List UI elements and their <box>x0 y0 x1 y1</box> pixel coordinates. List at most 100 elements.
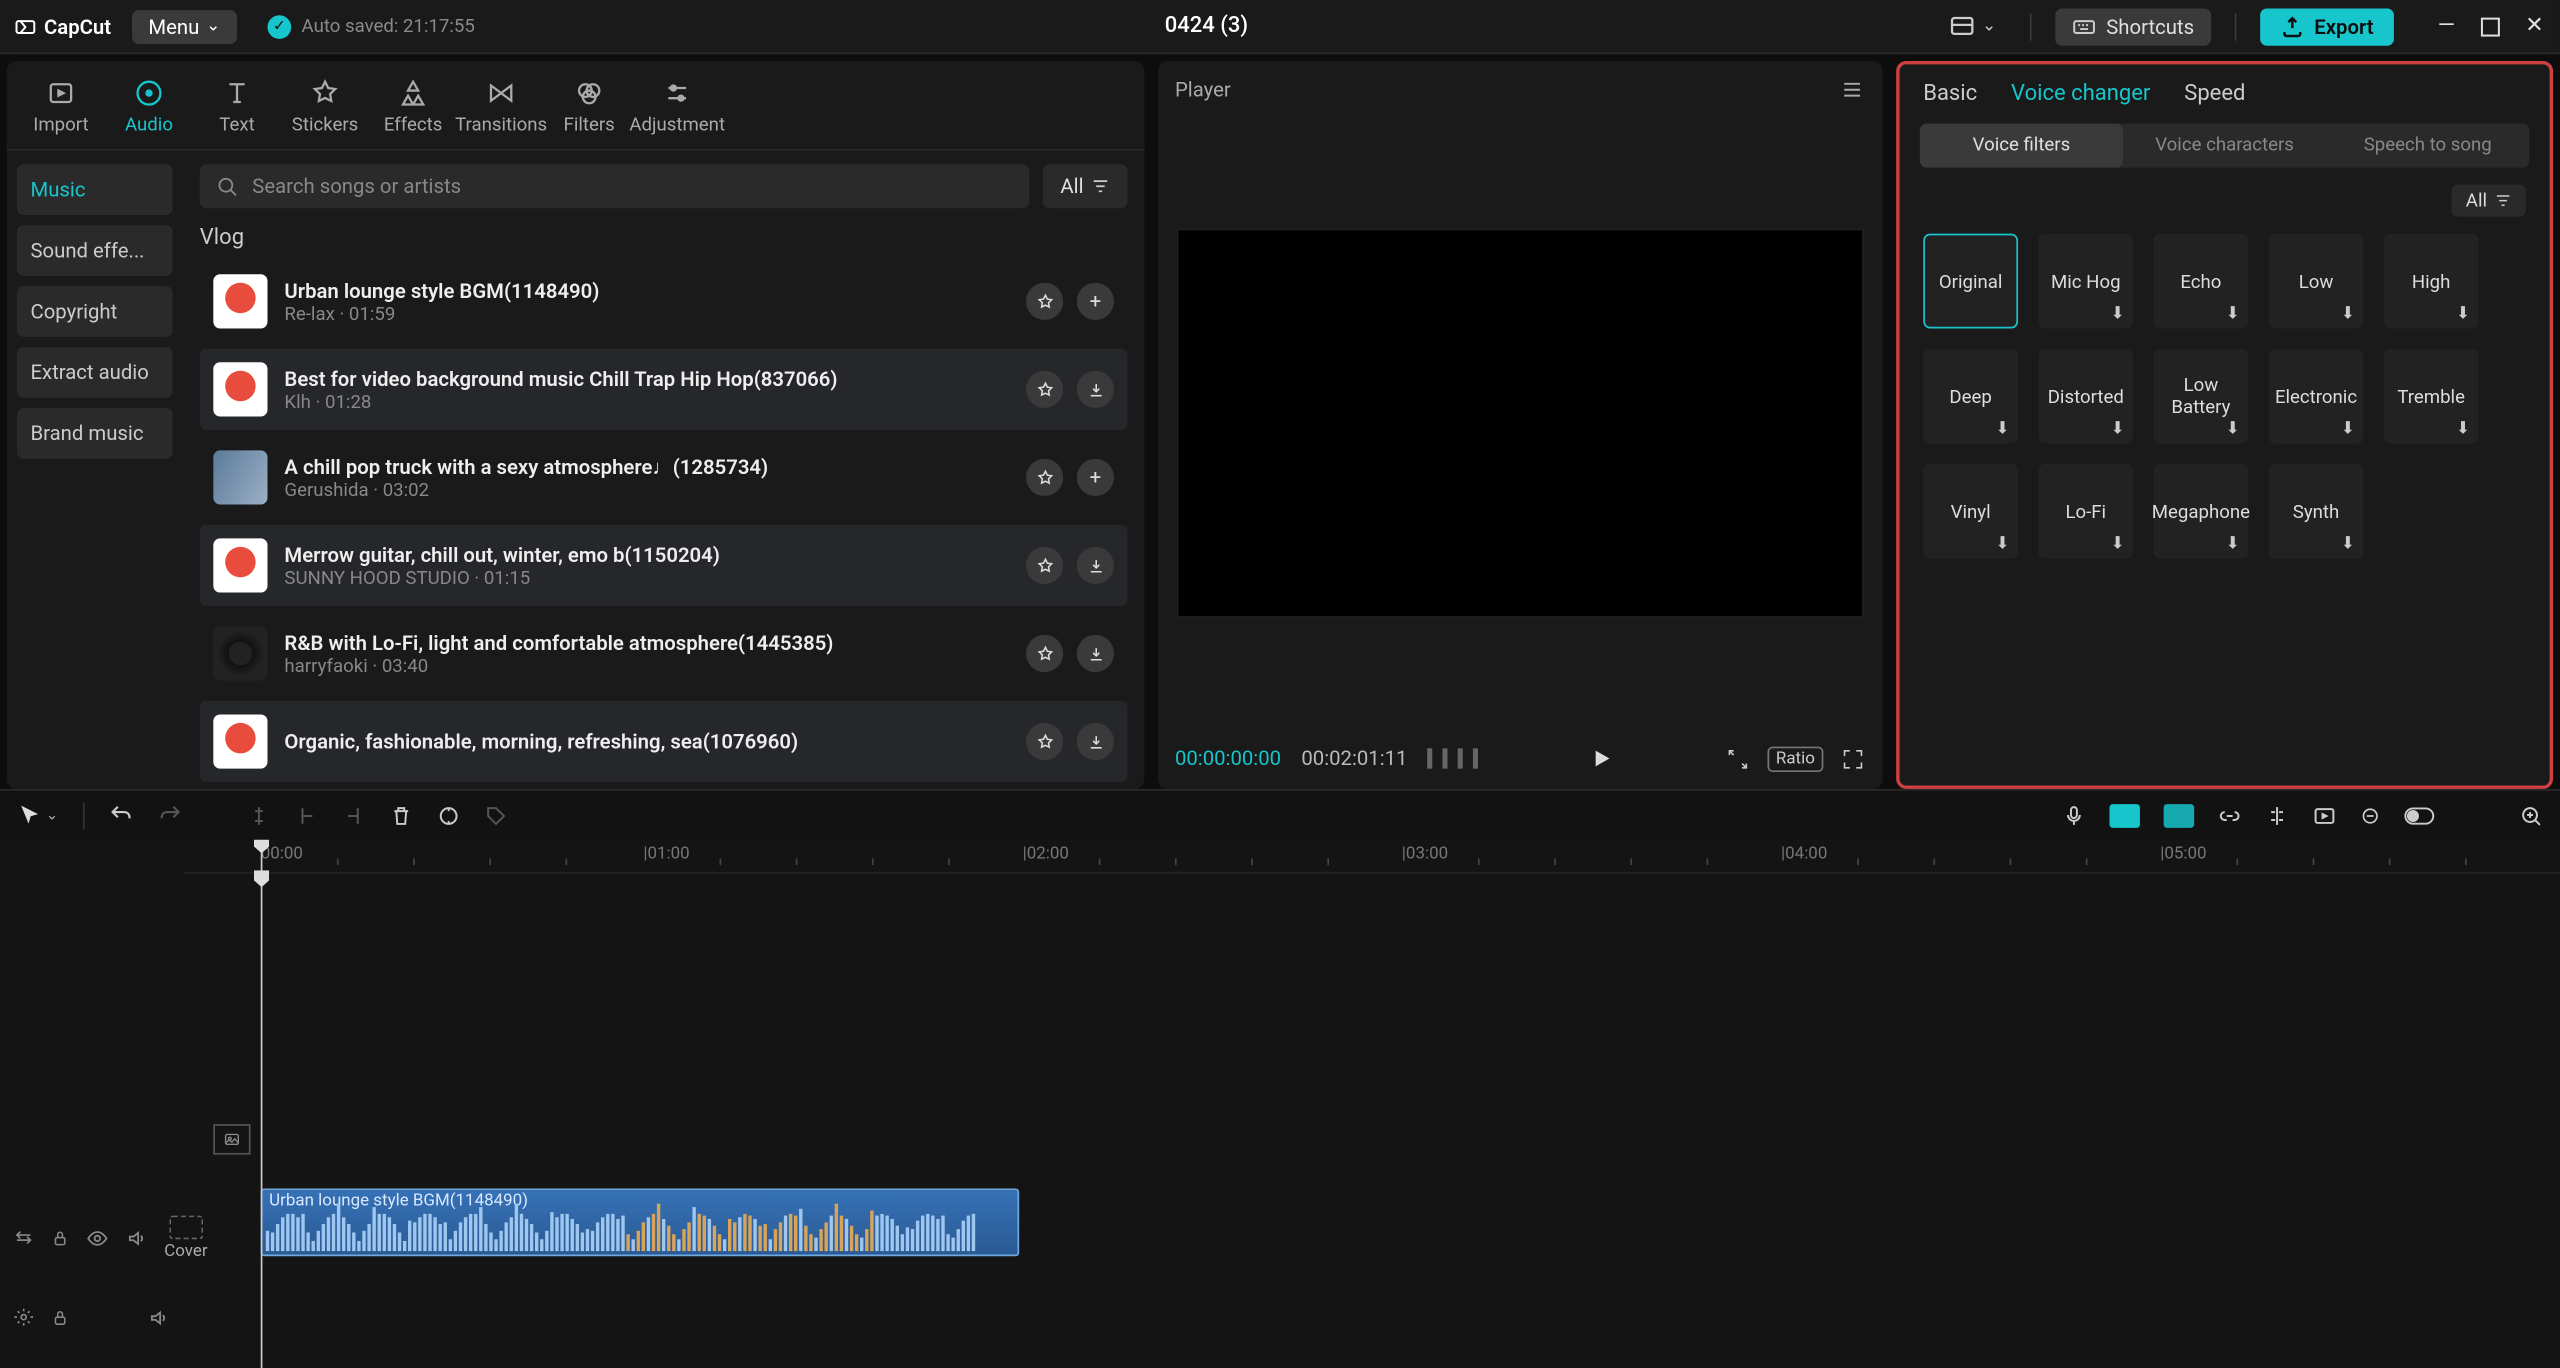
tag-button[interactable] <box>483 803 507 827</box>
mark-button[interactable] <box>436 803 460 827</box>
sub-tab-voice-characters[interactable]: Voice characters <box>2123 124 2326 168</box>
snap-main-icon[interactable] <box>2109 803 2139 827</box>
track-item[interactable]: R&B with Lo-Fi, light and comfortable at… <box>200 613 1128 694</box>
delete-button[interactable] <box>389 803 413 827</box>
search-input[interactable]: Search songs or artists <box>200 164 1030 208</box>
props-tab-voice-changer[interactable]: Voice changer <box>2011 81 2150 106</box>
layout-button[interactable]: ⌄ <box>1938 9 2006 43</box>
track-item[interactable]: Organic, fashionable, morning, refreshin… <box>200 701 1128 782</box>
sub-tab-speech-to-song[interactable]: Speech to song <box>2326 124 2529 168</box>
video-preview[interactable] <box>1158 119 1883 728</box>
voice-filter-tremble[interactable]: Tremble⬇ <box>2384 349 2479 444</box>
settings-icon[interactable] <box>14 1307 34 1327</box>
trim-left-button[interactable] <box>294 803 318 827</box>
track-item[interactable]: Merrow guitar, chill out, winter, emo b(… <box>200 525 1128 606</box>
reorder-icon[interactable] <box>14 1227 34 1247</box>
sidebar-item-4[interactable]: Brand music <box>17 408 173 459</box>
fullscreen-icon[interactable] <box>1840 746 1865 771</box>
redo-button[interactable] <box>157 802 182 827</box>
download-icon[interactable] <box>1077 723 1114 760</box>
props-tab-basic[interactable]: Basic <box>1923 81 1977 106</box>
voice-filter-mic-hog[interactable]: Mic Hog⬇ <box>2038 234 2133 329</box>
sidebar-item-0[interactable]: Music <box>17 164 173 215</box>
search-icon <box>217 175 239 197</box>
add-icon[interactable]: + <box>1077 459 1114 496</box>
voice-filter-megaphone[interactable]: Megaphone⬇ <box>2153 464 2248 559</box>
star-icon[interactable] <box>1026 283 1063 320</box>
tab-audio[interactable]: Audio <box>105 71 193 149</box>
voice-filter-lo-fi[interactable]: Lo-Fi⬇ <box>2038 464 2133 559</box>
cover-frame[interactable] <box>213 1124 250 1154</box>
star-icon[interactable] <box>1026 723 1063 760</box>
sidebar-item-2[interactable]: Copyright <box>17 286 173 337</box>
lock-icon[interactable] <box>51 1308 70 1327</box>
tab-effects[interactable]: Effects <box>369 71 457 149</box>
zoom-out-icon[interactable] <box>2360 805 2380 825</box>
voice-filter-synth[interactable]: Synth⬇ <box>2269 464 2364 559</box>
mute-icon[interactable] <box>125 1227 147 1249</box>
voice-filter-echo[interactable]: Echo⬇ <box>2153 234 2248 329</box>
link-icon[interactable] <box>2218 803 2242 827</box>
eye-icon[interactable] <box>86 1227 108 1249</box>
play-button[interactable] <box>1590 747 1614 771</box>
snap-aux-icon[interactable] <box>2164 803 2194 827</box>
voice-filter-deep[interactable]: Deep⬇ <box>1923 349 2018 444</box>
zoom-toggle-icon[interactable] <box>2404 805 2434 825</box>
voice-filter-low-battery[interactable]: Low Battery⬇ <box>2153 349 2248 444</box>
align-icon[interactable] <box>2265 803 2289 827</box>
close-button[interactable]: ✕ <box>2523 14 2547 38</box>
crop-icon[interactable] <box>1725 746 1750 771</box>
download-icon[interactable] <box>1077 371 1114 408</box>
selection-tool[interactable]: ⌄ <box>17 802 59 827</box>
mic-icon[interactable] <box>2062 803 2086 827</box>
voice-filter-original[interactable]: Original <box>1923 234 2018 329</box>
preview-icon[interactable] <box>2313 803 2337 827</box>
voice-filter-vinyl[interactable]: Vinyl⬇ <box>1923 464 2018 559</box>
minimize-button[interactable]: — <box>2435 14 2459 38</box>
player-menu-icon[interactable] <box>1839 78 1866 102</box>
sub-tab-voice-filters[interactable]: Voice filters <box>1920 124 2123 168</box>
menu-button[interactable]: Menu <box>131 9 237 43</box>
lock-icon[interactable] <box>51 1228 70 1247</box>
split-button[interactable] <box>246 803 270 827</box>
export-button[interactable]: Export <box>2260 8 2394 45</box>
add-icon[interactable]: + <box>1077 283 1114 320</box>
zoom-fit-icon[interactable] <box>2519 803 2543 827</box>
sidebar-item-1[interactable]: Sound effe... <box>17 225 173 276</box>
sidebar-item-3[interactable]: Extract audio <box>17 347 173 398</box>
ruler-tick: |05:00 <box>2160 845 2206 864</box>
filter-all-button[interactable]: All <box>1043 164 1127 208</box>
star-icon[interactable] <box>1026 459 1063 496</box>
voice-filter-high[interactable]: High⬇ <box>2384 234 2479 329</box>
trim-right-button[interactable] <box>341 803 365 827</box>
mute-icon[interactable] <box>147 1306 169 1328</box>
tab-text[interactable]: Text <box>193 71 281 149</box>
download-icon[interactable] <box>1077 635 1114 672</box>
tab-stickers[interactable]: Stickers <box>281 71 369 149</box>
props-tab-speed[interactable]: Speed <box>2184 81 2245 106</box>
playhead-line[interactable] <box>261 874 263 1368</box>
ratio-button[interactable]: Ratio <box>1767 746 1823 771</box>
track-item[interactable]: A chill pop truck with a sexy atmosphere… <box>200 437 1128 518</box>
audio-clip[interactable]: Urban lounge style BGM(1148490) <box>261 1188 1019 1256</box>
tab-filters[interactable]: Filters <box>545 71 633 149</box>
track-item[interactable]: Best for video background music Chill Tr… <box>200 349 1128 430</box>
voice-filter-distorted[interactable]: Distorted⬇ <box>2038 349 2133 444</box>
maximize-button[interactable] <box>2479 14 2503 38</box>
voice-filter-low[interactable]: Low⬇ <box>2269 234 2364 329</box>
voice-filter-electronic[interactable]: Electronic⬇ <box>2269 349 2364 444</box>
tab-adjustment[interactable]: Adjustment <box>633 71 721 149</box>
timeline[interactable]: Cover 00:00|01:00|02:00|03:00|04:00|05:0… <box>0 840 2560 1368</box>
voice-filter-all[interactable]: All <box>2452 185 2526 217</box>
star-icon[interactable] <box>1026 371 1063 408</box>
shortcuts-button[interactable]: Shortcuts <box>2055 8 2211 45</box>
tab-transitions[interactable]: Transitions <box>457 71 545 149</box>
undo-button[interactable] <box>108 802 133 827</box>
star-icon[interactable] <box>1026 635 1063 672</box>
download-icon[interactable] <box>1077 547 1114 584</box>
tab-import[interactable]: Import <box>17 71 105 149</box>
playhead[interactable] <box>261 840 263 872</box>
timecode-current: 00:00:00:00 <box>1175 747 1281 771</box>
track-item[interactable]: Urban lounge style BGM(1148490)Re-lax · … <box>200 261 1128 342</box>
star-icon[interactable] <box>1026 547 1063 584</box>
